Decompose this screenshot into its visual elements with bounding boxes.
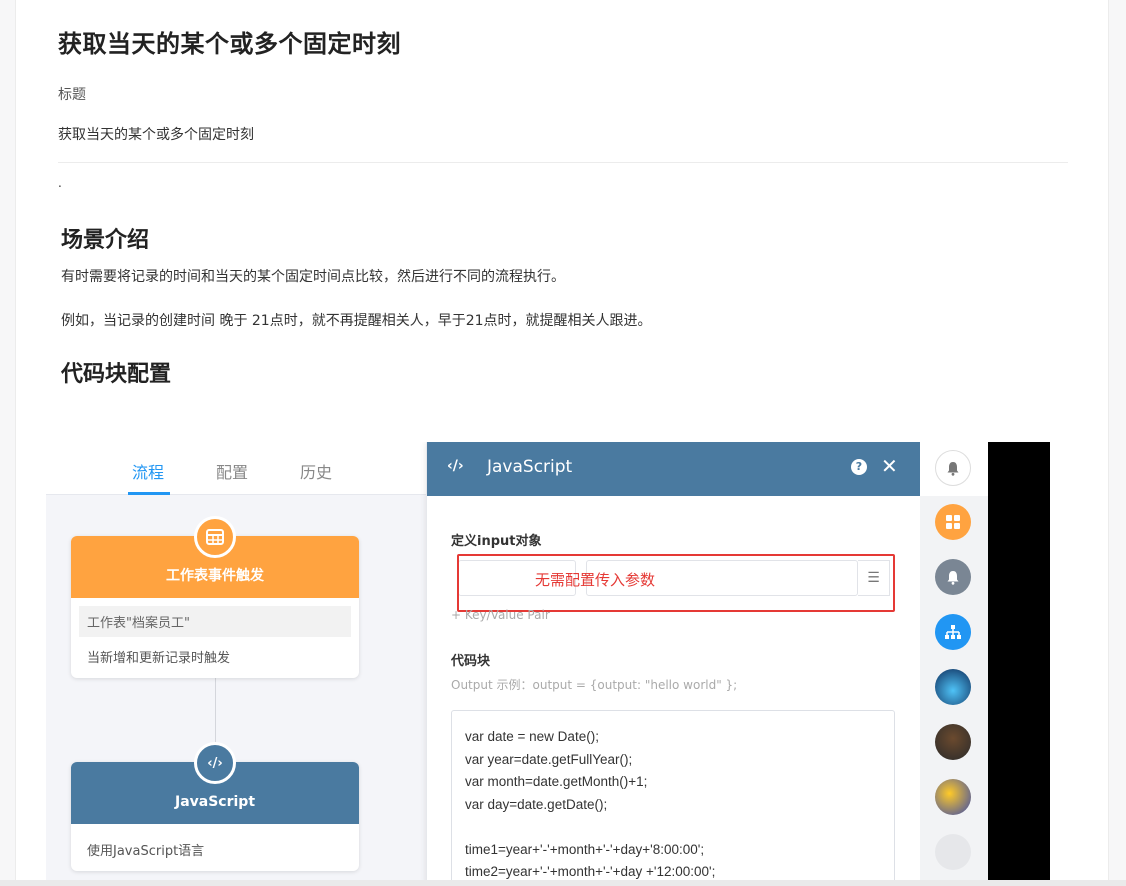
bell-icon[interactable] (935, 450, 971, 486)
tab-config[interactable]: 配置 (216, 459, 248, 483)
trigger-node[interactable]: 工作表事件触发 工作表"档案员工" 当新增和更新记录时触发 (71, 516, 359, 678)
notification-icon[interactable] (935, 559, 971, 595)
code-icon: ‹/› (447, 458, 464, 474)
avatar[interactable] (935, 834, 971, 870)
flow-canvas: + 工作表事件触发 工作表"档案员工" 当新增和更新记录时触发 JavaScri… (46, 496, 426, 886)
paragraph-1: 有时需要将记录的时间和当天的某个固定时间点比较，然后进行不同的流程执行。 (61, 269, 565, 285)
output-hint: Output 示例：output = {output: "hello world… (451, 678, 738, 692)
input-object-label: 定义input对象 (451, 534, 542, 549)
javascript-node[interactable]: JavaScript ‹/› 使用JavaScript语言 (71, 742, 359, 871)
paragraph-2: 例如，当记录的创建时间 晚于 21点时，就不再提醒相关人，早于21点时，就提醒相… (61, 313, 652, 329)
add-key-value-link[interactable]: + Key/Value Pair (451, 608, 550, 622)
bottom-strip (0, 880, 1126, 886)
avatar[interactable] (935, 669, 971, 705)
field-value: 获取当天的某个或多个固定时刻 (58, 127, 254, 143)
field-label: 标题 (58, 87, 86, 103)
code-editor[interactable]: var date = new Date(); var year=date.get… (451, 710, 895, 886)
black-area (988, 442, 1050, 886)
page-title: 获取当天的某个或多个固定时刻 (58, 30, 401, 58)
workflow-tabs: 流程 配置 历史 (46, 442, 426, 495)
trigger-node-worksheet: 工作表"档案员工" (79, 606, 351, 637)
help-icon[interactable]: ? (851, 459, 867, 475)
tab-flow[interactable]: 流程 (132, 459, 164, 483)
code-block-label: 代码块 (451, 654, 491, 669)
trigger-node-desc: 当新增和更新记录时触发 (87, 651, 231, 666)
apps-icon[interactable] (935, 504, 971, 540)
org-chart-icon[interactable] (935, 614, 971, 650)
dot-text: . (58, 176, 62, 190)
embedded-screenshot: 流程 配置 历史 + 工作表事件触发 工作表"档案员工" 当新增和更新记录时触发… (46, 442, 1050, 886)
annotation-box (457, 554, 895, 612)
annotation-text: 无需配置传入参数 (535, 571, 656, 589)
table-icon (194, 516, 236, 558)
tab-underline (128, 492, 170, 495)
code-icon: ‹/› (194, 742, 236, 784)
close-icon[interactable]: ✕ (881, 454, 898, 478)
section-heading-scene: 场景介绍 (61, 228, 150, 253)
section-heading-code: 代码块配置 (61, 362, 172, 387)
right-rail (920, 442, 988, 886)
javascript-node-desc: 使用JavaScript语言 (87, 844, 205, 859)
javascript-config-panel: ‹/› JavaScript ? ✕ 定义input对象 ☰ 无需配置传入参数 … (427, 442, 920, 886)
panel-title: JavaScript (487, 457, 573, 477)
divider (58, 162, 1068, 163)
avatar[interactable] (935, 724, 971, 760)
avatar[interactable] (935, 779, 971, 815)
tab-history[interactable]: 历史 (300, 459, 332, 483)
